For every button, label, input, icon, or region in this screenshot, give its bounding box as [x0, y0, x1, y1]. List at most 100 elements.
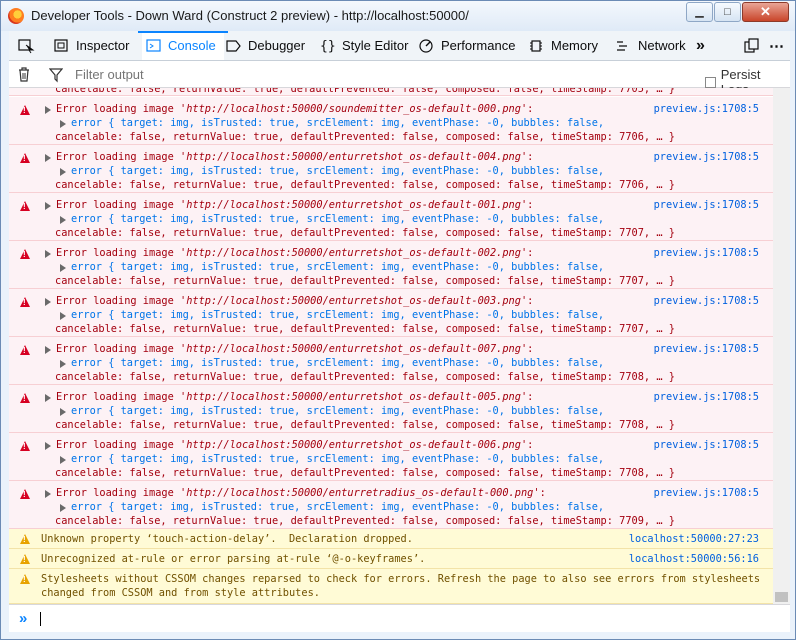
expand-toggle-icon[interactable]	[45, 298, 51, 306]
expand-toggle-icon[interactable]	[45, 250, 51, 258]
dock-toggle-button[interactable]	[743, 31, 761, 60]
tab-network-label: Network	[638, 38, 686, 53]
expand-object-icon[interactable]	[60, 120, 66, 128]
error-object-line1[interactable]: error { target: img, isTrusted: true, sr…	[71, 404, 604, 418]
maximize-icon: □	[724, 6, 731, 18]
message-location-link[interactable]: preview.js:1708:5	[654, 150, 759, 164]
memory-icon	[530, 39, 542, 52]
expand-object-icon[interactable]	[60, 504, 66, 512]
message-location-link[interactable]: localhost:50000:56:16	[629, 552, 759, 566]
scrollbar-thumb[interactable]	[775, 592, 788, 602]
error-object-line1[interactable]: error { target: img, isTrusted: true, sr…	[71, 116, 604, 130]
filter-input[interactable]	[75, 67, 575, 82]
tab-debugger[interactable]: Debugger	[226, 31, 305, 60]
console-error-message: Error loading image 'http://localhost:50…	[9, 145, 773, 193]
error-icon	[20, 441, 30, 451]
firefox-icon	[8, 8, 24, 24]
expand-toggle-icon[interactable]	[45, 202, 51, 210]
warning-text: Unknown property ‘touch-action-delay’. D…	[41, 533, 413, 545]
error-object-line1[interactable]: error { target: img, isTrusted: true, sr…	[71, 356, 604, 370]
error-text: Error loading image 'http://localhost:50…	[56, 343, 534, 355]
devtools-window: Developer Tools - Down Ward (Construct 2…	[0, 0, 796, 640]
message-location-link[interactable]: preview.js:1708:5	[654, 198, 759, 212]
expand-object-icon[interactable]	[60, 408, 66, 416]
error-text: Error loading image 'http://localhost:50…	[56, 439, 534, 451]
tab-style-editor[interactable]: {} Style Editor	[320, 31, 408, 60]
more-tools-button[interactable]: »	[696, 31, 705, 60]
expand-object-icon[interactable]	[60, 216, 66, 224]
tab-memory-label: Memory	[551, 38, 598, 53]
expand-toggle-icon[interactable]	[45, 442, 51, 450]
console-error-message: Error loading image 'http://localhost:50…	[9, 289, 773, 337]
expand-object-icon[interactable]	[60, 360, 66, 368]
warning-text: Unrecognized at-rule or error parsing at…	[41, 553, 426, 565]
expand-toggle-icon[interactable]	[45, 154, 51, 162]
expand-object-icon[interactable]	[60, 168, 66, 176]
message-location-link[interactable]: preview.js:1708:5	[654, 390, 759, 404]
warning-icon	[20, 574, 30, 584]
inspector-icon	[54, 38, 68, 52]
message-location-link[interactable]: preview.js:1708:5	[654, 438, 759, 452]
error-icon	[20, 393, 30, 403]
clear-console-icon[interactable]	[17, 67, 31, 83]
window-title: Developer Tools - Down Ward (Construct 2…	[31, 8, 469, 23]
expand-object-icon[interactable]	[60, 264, 66, 272]
message-location-link[interactable]: localhost:50000:27:23	[629, 532, 759, 546]
message-location-link[interactable]: preview.js:1708:5	[654, 342, 759, 356]
error-object-line1[interactable]: error { target: img, isTrusted: true, sr…	[71, 164, 604, 178]
error-text: Error loading image 'http://localhost:50…	[56, 199, 534, 211]
style-editor-icon: {}	[320, 38, 336, 54]
error-object-line2: cancelable: false, returnValue: true, de…	[55, 323, 675, 335]
error-object-line1[interactable]: error { target: img, isTrusted: true, sr…	[71, 212, 604, 226]
console-error-message: Error loading image 'http://localhost:50…	[9, 385, 773, 433]
warning-text-line2: changed from CSSOM and from style attrib…	[41, 587, 320, 599]
tab-style-editor-label: Style Editor	[342, 38, 409, 53]
expand-object-icon[interactable]	[60, 456, 66, 464]
dock-icon	[744, 37, 759, 53]
error-object-line2: cancelable: false, returnValue: true, de…	[55, 371, 675, 383]
error-text: Error loading image 'http://localhost:50…	[56, 103, 534, 115]
console-error-message: Error loading image 'http://localhost:50…	[9, 481, 773, 529]
console-output: cancelable: false, returnValue: true, de…	[9, 88, 773, 604]
devtools-toolbar: Inspector Console Debugger {} Style Edit…	[9, 31, 790, 61]
maximize-button[interactable]: □	[714, 2, 741, 22]
tab-memory[interactable]: Memory	[529, 31, 598, 60]
expand-toggle-icon[interactable]	[45, 490, 51, 498]
checkbox-box[interactable]	[705, 76, 716, 88]
error-text: Error loading image 'http://localhost:50…	[56, 295, 534, 307]
tab-performance[interactable]: Performance	[419, 31, 515, 60]
minimize-button[interactable]: ▁	[686, 2, 713, 22]
performance-icon	[419, 38, 433, 53]
options-menu-button[interactable]: ⋯	[769, 31, 784, 60]
pick-element-button[interactable]	[17, 31, 35, 60]
tab-network[interactable]: Network	[616, 31, 686, 60]
tab-inspector[interactable]: Inspector	[54, 31, 129, 60]
tab-console[interactable]: Console	[138, 31, 228, 60]
error-object-line2: cancelable: false, returnValue: true, de…	[55, 227, 675, 239]
close-button[interactable]: ✕	[742, 2, 789, 22]
expand-toggle-icon[interactable]	[45, 394, 51, 402]
console-input[interactable]: »	[9, 604, 790, 632]
message-location-link[interactable]: preview.js:1708:5	[654, 246, 759, 260]
message-location-link[interactable]: preview.js:1708:5	[654, 294, 759, 308]
message-location-link[interactable]: preview.js:1708:5	[654, 486, 759, 500]
error-icon	[20, 201, 30, 211]
error-object-line1[interactable]: error { target: img, isTrusted: true, sr…	[71, 260, 604, 274]
message-location-link[interactable]: preview.js:1708:5	[654, 102, 759, 116]
console-scrollbar[interactable]	[773, 88, 790, 604]
error-icon	[20, 297, 30, 307]
console-warning-message: Unknown property ‘touch-action-delay’. D…	[9, 529, 773, 549]
expand-toggle-icon[interactable]	[45, 346, 51, 354]
title-bar: Developer Tools - Down Ward (Construct 2…	[1, 1, 795, 31]
error-object-line1[interactable]: error { target: img, isTrusted: true, sr…	[71, 308, 604, 322]
warning-icon	[20, 534, 30, 544]
minimize-icon: ▁	[695, 6, 704, 18]
expand-toggle-icon[interactable]	[45, 106, 51, 114]
error-object-line1[interactable]: error { target: img, isTrusted: true, sr…	[71, 500, 604, 514]
warning-icon	[20, 554, 30, 564]
expand-object-icon[interactable]	[60, 312, 66, 320]
console-error-message: Error loading image 'http://localhost:50…	[9, 193, 773, 241]
filter-icon[interactable]	[49, 67, 63, 83]
error-object-line2: cancelable: false, returnValue: true, de…	[55, 467, 675, 479]
error-object-line1[interactable]: error { target: img, isTrusted: true, sr…	[71, 452, 604, 466]
